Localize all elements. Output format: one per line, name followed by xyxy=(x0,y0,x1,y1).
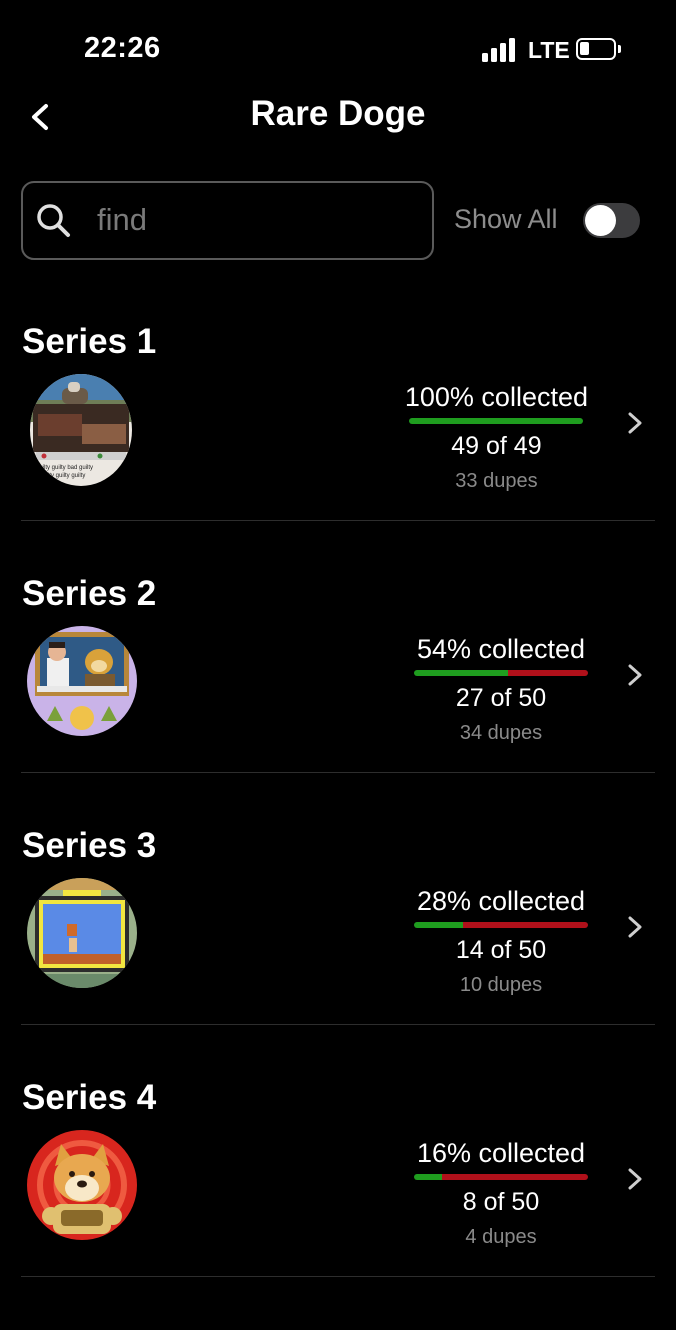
network-type-label: LTE xyxy=(528,37,570,63)
percent-collected: 28% collected xyxy=(416,886,586,916)
series-thumbnail xyxy=(27,878,137,988)
dupes-count: 4 dupes xyxy=(465,1226,537,1248)
dupes-count: 34 dupes xyxy=(459,722,543,744)
chevron-right-icon xyxy=(628,1168,642,1190)
series-title: Series 2 xyxy=(22,574,157,613)
series-title: Series 1 xyxy=(22,322,157,361)
series-row[interactable]: Series 1 guilty guilty bad guilty guilty… xyxy=(0,322,676,574)
battery-icon xyxy=(576,38,616,60)
page-title: Rare Doge xyxy=(250,94,426,133)
series-stats: 54% collected 27 of 50 34 dupes xyxy=(414,632,588,746)
series-row[interactable]: Series 2 54% collected 27 of 50 34 dupes xyxy=(0,574,676,826)
progress-bar xyxy=(414,1174,588,1180)
show-all-label: Show All xyxy=(454,204,558,234)
series-thumbnail xyxy=(27,626,137,736)
chevron-right-icon xyxy=(628,664,642,686)
search-box[interactable] xyxy=(21,181,434,260)
svg-text:guilty guilty bad guilty: guilty guilty bad guilty xyxy=(36,465,93,471)
progress-bar xyxy=(409,418,584,424)
svg-text:guilty guilty guilty: guilty guilty guilty xyxy=(40,473,85,479)
chevron-right-icon xyxy=(628,916,642,938)
percent-collected: 16% collected xyxy=(416,1138,586,1168)
progress-bar xyxy=(414,670,588,676)
series-row[interactable]: Series 4 16% collected 8 of 50 4 dupes xyxy=(0,1078,676,1330)
series-thumbnail xyxy=(27,1130,137,1240)
series-row[interactable]: Series 3 28% collected 14 of 50 10 dupes xyxy=(0,826,676,1078)
chevron-right-icon xyxy=(628,412,642,434)
status-time: 22:26 xyxy=(84,32,161,64)
dupes-count: 33 dupes xyxy=(455,470,538,492)
percent-collected: 100% collected xyxy=(404,382,588,412)
search-icon xyxy=(37,204,70,237)
divider xyxy=(21,520,655,521)
percent-collected: 54% collected xyxy=(416,634,586,664)
series-title: Series 3 xyxy=(22,826,157,865)
series-title: Series 4 xyxy=(22,1078,157,1117)
collected-count: 27 of 50 xyxy=(455,684,547,712)
series-stats: 16% collected 8 of 50 4 dupes xyxy=(414,1136,588,1250)
status-bar: 22:26 LTE xyxy=(0,0,676,100)
signal-strength-icon xyxy=(482,38,516,62)
series-thumbnail: guilty guilty bad guilty guilty guilty g… xyxy=(30,374,132,486)
series-stats: 100% collected 49 of 49 33 dupes xyxy=(405,380,588,494)
divider xyxy=(21,1276,655,1277)
collected-count: 14 of 50 xyxy=(455,936,547,964)
divider xyxy=(21,772,655,773)
show-all-toggle[interactable] xyxy=(583,203,640,238)
progress-bar xyxy=(414,922,588,928)
divider xyxy=(21,1024,655,1025)
toggle-knob xyxy=(585,205,616,236)
collected-count: 49 of 49 xyxy=(451,432,542,460)
search-input[interactable] xyxy=(97,197,417,243)
dupes-count: 10 dupes xyxy=(459,974,543,996)
collected-count: 8 of 50 xyxy=(462,1188,540,1216)
series-stats: 28% collected 14 of 50 10 dupes xyxy=(414,884,588,998)
